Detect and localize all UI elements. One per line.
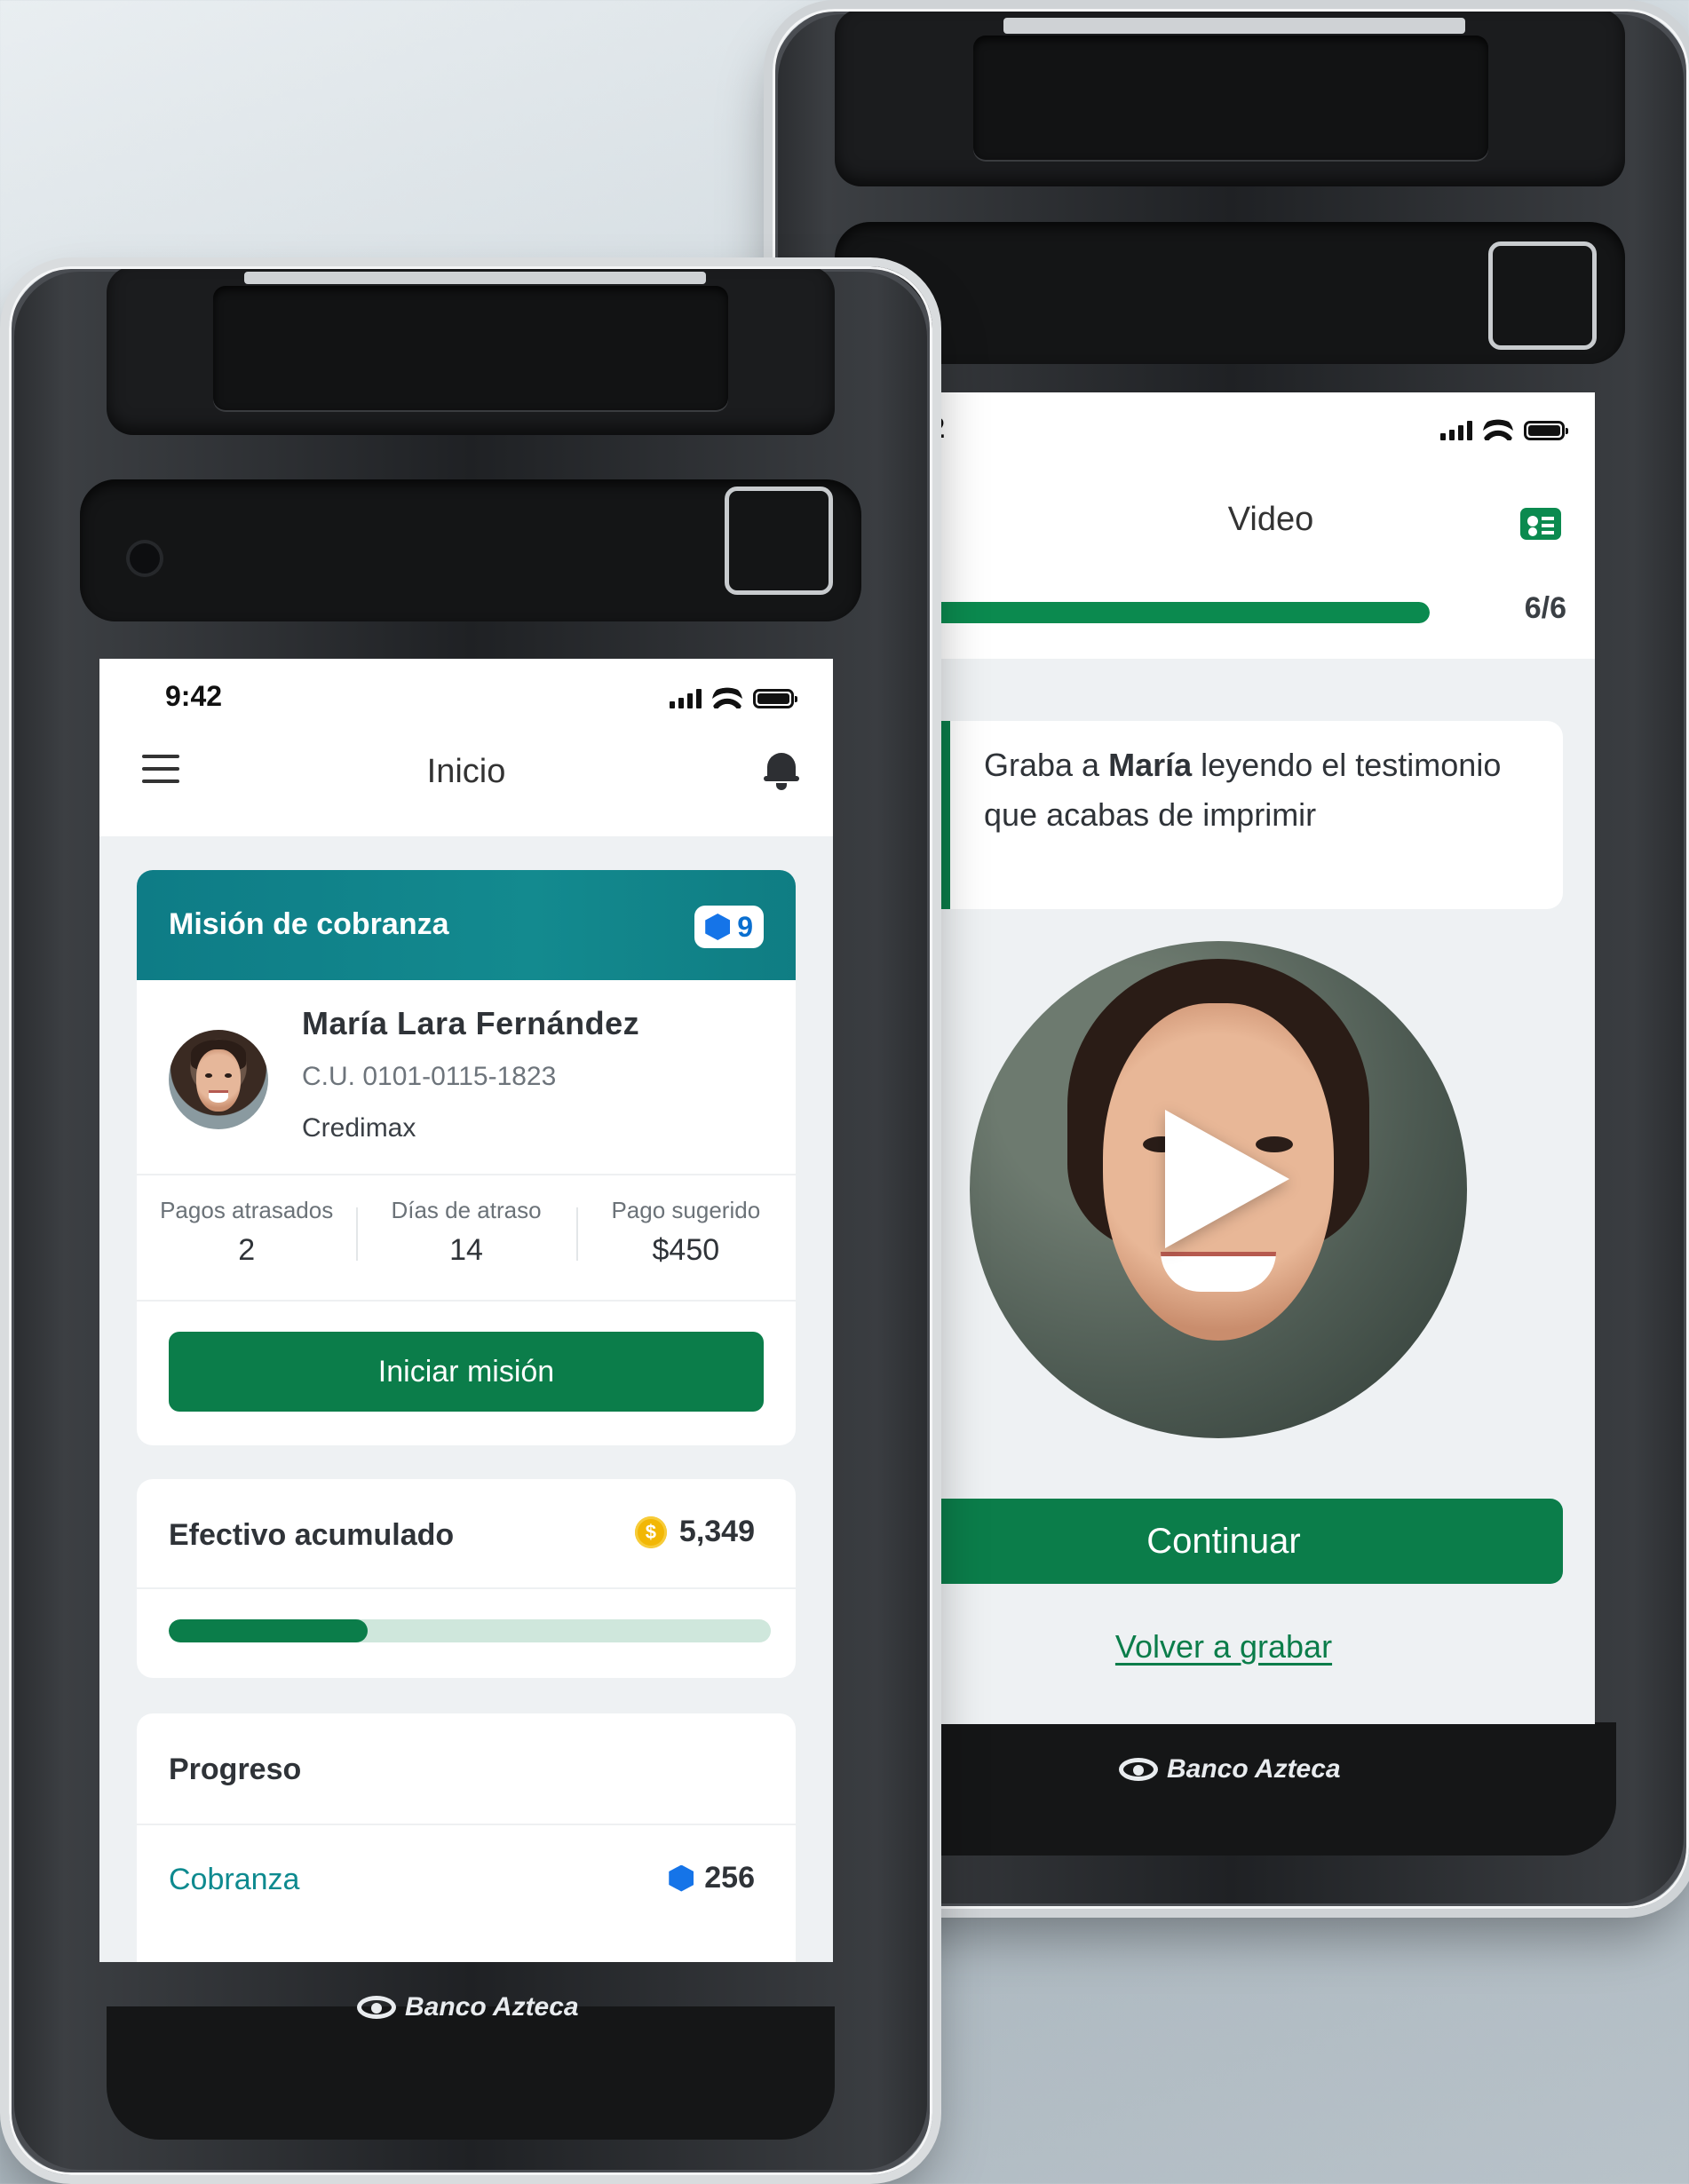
customer-id: C.U. 0101-0115-1823 — [302, 1062, 557, 1091]
divider — [137, 1587, 796, 1589]
mission-title: Misión de cobranza — [169, 907, 449, 941]
progress-title: Progreso — [169, 1753, 302, 1786]
stat-label: Pagos atrasados — [160, 1197, 334, 1223]
continue-label: Continuar — [1146, 1522, 1301, 1561]
signal-icon — [670, 689, 702, 708]
stat-label: Días de atraso — [391, 1197, 542, 1223]
mission-stats: Pagos atrasados 2 Días de atraso 14 Pago… — [137, 1197, 796, 1268]
video-screen: 9:42 Video 6/6 ·· Graba a María leyendo … — [884, 392, 1595, 1724]
step-progress-bar — [884, 602, 1430, 623]
bank-logo: Banco Azteca — [357, 1992, 579, 2022]
cash-label: Efectivo acumulado — [169, 1518, 455, 1552]
progress-item-label[interactable]: Cobranza — [169, 1863, 299, 1897]
instruction-part1: Graba a — [984, 747, 1109, 783]
stat-value: $450 — [652, 1233, 720, 1267]
divider — [137, 1174, 796, 1175]
step-progress-fill — [884, 602, 1430, 623]
wifi-icon — [1483, 417, 1513, 440]
paper-edge — [1003, 18, 1465, 34]
stat-value: 2 — [238, 1233, 256, 1267]
video-thumbnail[interactable] — [970, 941, 1467, 1438]
start-mission-label: Iniciar misión — [377, 1355, 555, 1389]
signal-icon — [1440, 421, 1472, 440]
app-header: Video 6/6 — [884, 455, 1595, 659]
mission-header: Misión de cobranza 9 — [137, 870, 796, 980]
gem-icon — [705, 914, 731, 940]
cash-progress-fill — [169, 1619, 368, 1642]
bell-icon[interactable] — [764, 749, 799, 790]
divider — [137, 1824, 796, 1825]
cash-amount-group: $ 5,349 — [634, 1515, 755, 1549]
bank-logo-icon — [357, 1996, 396, 2019]
camera-icon — [130, 543, 160, 574]
rerecord-link[interactable]: Volver a grabar — [884, 1628, 1563, 1666]
mission-gem-badge: 9 — [694, 906, 764, 948]
printer-slot — [973, 36, 1488, 160]
id-card-icon[interactable] — [1520, 508, 1561, 540]
paper-edge — [244, 272, 706, 284]
status-icons — [670, 685, 797, 708]
stat-suggested-payment: Pago sugerido $450 — [575, 1197, 796, 1268]
customer-product: Credimax — [302, 1113, 416, 1143]
progress-item-count-group: 256 — [669, 1861, 755, 1895]
mission-gem-count: 9 — [737, 910, 753, 943]
printer-slot — [213, 286, 728, 410]
customer-name: María Lara Fernández — [302, 1005, 640, 1041]
status-time: 9:42 — [165, 680, 223, 712]
coin-icon: $ — [634, 1515, 667, 1548]
progress-card: Progreso Cobranza 256 — [137, 1713, 796, 1962]
stat-days-late: Días de atraso 14 — [356, 1197, 575, 1268]
instruction-text: Graba a María leyendo el testimonio que … — [984, 740, 1517, 840]
pos-device-front: Banco Azteca 9:42 Inicio Misión de cobra… — [0, 257, 941, 2184]
stat-value: 14 — [449, 1233, 483, 1267]
play-icon[interactable] — [1165, 1110, 1289, 1248]
stat-label: Pago sugerido — [611, 1197, 761, 1223]
battery-icon — [1524, 421, 1568, 440]
brand-name: Banco Azteca — [405, 1992, 579, 2022]
nfc-reader-icon — [1488, 241, 1597, 350]
device-chin — [852, 1722, 1616, 1856]
gem-icon — [669, 1864, 694, 1892]
bank-logo-icon — [1119, 1758, 1158, 1781]
cash-amount: 5,349 — [678, 1515, 755, 1548]
wifi-icon — [712, 685, 742, 708]
progress-item-count: 256 — [704, 1861, 755, 1895]
continue-button[interactable]: Continuar — [884, 1499, 1563, 1584]
battery-icon — [753, 689, 797, 708]
instruction-name: María — [1108, 747, 1193, 783]
status-bar: 9:42 — [884, 392, 1595, 455]
cash-progress-bar — [169, 1619, 771, 1642]
start-mission-button[interactable]: Iniciar misión — [169, 1332, 764, 1412]
avatar — [169, 1030, 268, 1129]
home-screen: 9:42 Inicio Misión de cobranza 9 María L… — [99, 659, 833, 1962]
bank-logo: Banco Azteca — [1119, 1754, 1341, 1784]
divider — [137, 1300, 796, 1302]
app-header: Inicio — [99, 721, 833, 836]
nfc-reader-icon — [725, 487, 833, 595]
status-icons — [1440, 417, 1568, 440]
stat-late-payments: Pagos atrasados 2 — [137, 1197, 356, 1268]
page-title: Inicio — [426, 753, 506, 790]
device-chin — [107, 2006, 835, 2140]
page-title: Video — [1227, 501, 1314, 538]
mission-card: Misión de cobranza 9 María Lara Fernánde… — [137, 870, 796, 1445]
step-counter: 6/6 — [1524, 591, 1566, 625]
brand-name: Banco Azteca — [1167, 1754, 1341, 1784]
instruction-card: ·· Graba a María leyendo el testimonio q… — [884, 721, 1563, 909]
status-bar: 9:42 — [99, 659, 833, 721]
cash-card: Efectivo acumulado $ 5,349 — [137, 1479, 796, 1678]
